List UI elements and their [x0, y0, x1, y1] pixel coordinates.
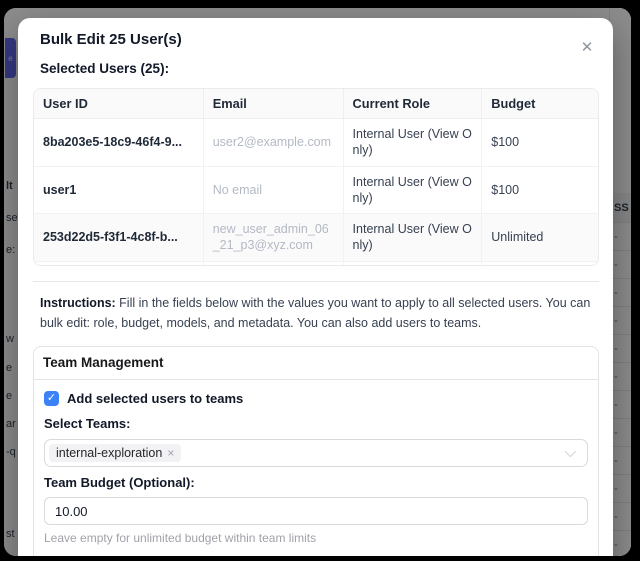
- cell-email: No email: [203, 166, 343, 214]
- cell-budget: $100: [482, 119, 598, 167]
- cell-user-id: user1: [34, 166, 203, 214]
- users-table-header-row: User IDEmailCurrent RoleBudget: [34, 89, 598, 119]
- user-row: 253d22d5-f3f1-4c8f-b...new_user_admin_06…: [34, 214, 598, 262]
- cell-role: Internal User (View Only): [343, 261, 482, 266]
- remove-tag-icon[interactable]: ×: [167, 446, 174, 460]
- add-users-checkbox-label: Add selected users to teams: [67, 391, 243, 406]
- app-window: e ltsee:weear-qst SS ------------ Bulk E…: [4, 8, 631, 556]
- column-header: Email: [203, 89, 343, 119]
- modal-title: Bulk Edit 25 User(s): [40, 31, 601, 48]
- cell-role: Internal User (View Only): [343, 119, 482, 167]
- team-management-card: Team Management ✓ Add selected users to …: [33, 346, 599, 556]
- instructions-text: Instructions: Fill in the fields below w…: [40, 293, 591, 333]
- cell-role: Internal User (View Only): [343, 214, 482, 262]
- select-teams-label: Select Teams:: [44, 416, 588, 433]
- selected-users-table: User IDEmailCurrent RoleBudget 8ba203e5-…: [33, 88, 599, 266]
- chevron-down-icon: [565, 446, 576, 457]
- team-tag-label: internal-exploration: [56, 446, 162, 460]
- team-management-header: Team Management: [34, 347, 598, 380]
- cell-budget: Unlimited: [482, 214, 598, 262]
- add-users-checkbox[interactable]: ✓: [44, 391, 59, 406]
- user-row: 8ba203e5-18c9-46f4-9...user2@example.com…: [34, 119, 598, 167]
- team-budget-input[interactable]: [44, 497, 588, 525]
- cell-budget: Unlimited: [482, 261, 598, 266]
- bulk-edit-modal: Bulk Edit 25 User(s) ✕ Selected Users (2…: [18, 18, 613, 556]
- cell-user-id: 253d22d5-f3f1-4c8f-b...: [34, 214, 203, 262]
- cell-user-id: 8ba203e5-18c9-46f4-9...: [34, 119, 203, 167]
- cell-role: Internal User (View Only): [343, 166, 482, 214]
- team-budget-label: Team Budget (Optional):: [44, 475, 588, 492]
- selected-users-label: Selected Users (25):: [40, 61, 601, 76]
- cell-email: inter: [203, 261, 343, 266]
- cell-email: user2@example.com: [203, 119, 343, 167]
- column-header: Budget: [482, 89, 598, 119]
- user-row: user1No emailInternal User (View Only)$1…: [34, 166, 598, 214]
- user-row: 5dbd2335-cdd6-47ca-b...interInternal Use…: [34, 261, 598, 266]
- section-divider: [33, 281, 599, 282]
- column-header: Current Role: [343, 89, 482, 119]
- column-header: User ID: [34, 89, 203, 119]
- cell-user-id: 5dbd2335-cdd6-47ca-b...: [34, 261, 203, 266]
- selected-team-tag: internal-exploration ×: [49, 444, 181, 462]
- teams-multiselect[interactable]: internal-exploration ×: [44, 439, 588, 467]
- budget-helper-text: Leave empty for unlimited budget within …: [44, 531, 588, 545]
- cell-email: new_user_admin_06_21_p3@xyz.com: [203, 214, 343, 262]
- instructions-label: Instructions:: [40, 296, 116, 310]
- cell-budget: $100: [482, 166, 598, 214]
- close-icon[interactable]: ✕: [577, 38, 597, 58]
- instructions-body: Fill in the fields below with the values…: [40, 296, 590, 330]
- role-note-text: Users will be added with "user" role by …: [44, 554, 588, 556]
- users-table-body: 8ba203e5-18c9-46f4-9...user2@example.com…: [34, 119, 598, 267]
